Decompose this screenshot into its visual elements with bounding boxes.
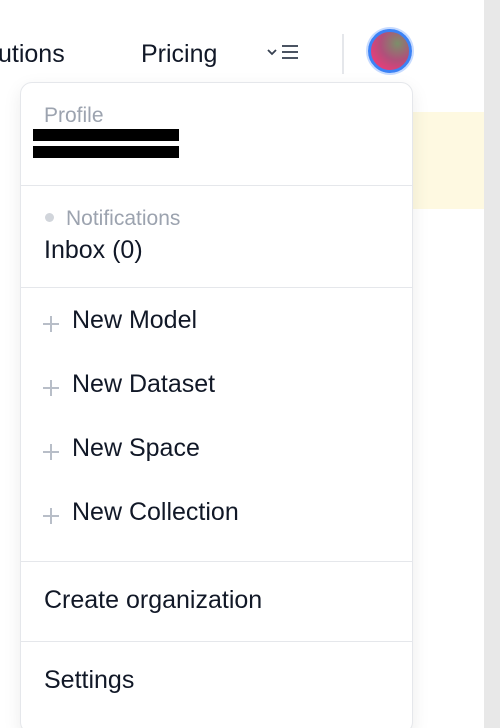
- notifications-label: Notifications: [66, 207, 181, 230]
- new-space-label: New Space: [72, 434, 200, 462]
- new-model-item[interactable]: New Model: [21, 300, 412, 360]
- plus-icon: [43, 508, 59, 524]
- user-dropdown-menu: Profile Notifications Inbox (0) New Mode…: [20, 82, 413, 728]
- notifications-section[interactable]: Notifications Inbox (0): [21, 186, 412, 287]
- chevron-down-menu-icon: [267, 45, 298, 59]
- nav-more-button[interactable]: [266, 38, 302, 68]
- profile-section[interactable]: Profile: [21, 83, 412, 185]
- user-avatar-button[interactable]: [368, 29, 412, 73]
- new-dataset-label: New Dataset: [72, 370, 216, 398]
- plus-icon: [43, 380, 59, 396]
- notification-dot-icon: [45, 213, 54, 222]
- new-space-item[interactable]: New Space: [21, 428, 412, 488]
- new-collection-label: New Collection: [72, 498, 239, 526]
- create-organization-item[interactable]: Create organization: [21, 562, 412, 641]
- create-organization-label: Create organization: [44, 586, 263, 614]
- settings-label: Settings: [44, 666, 135, 694]
- page: utions Pricing Profile Notifications Inb…: [0, 0, 484, 728]
- nav-solutions-link[interactable]: utions: [0, 34, 65, 74]
- menu-divider: [21, 287, 412, 288]
- new-model-label: New Model: [72, 306, 198, 334]
- plus-icon: [43, 444, 59, 460]
- inbox-link[interactable]: Inbox (0): [44, 236, 143, 265]
- settings-item[interactable]: Settings: [21, 642, 412, 722]
- redacted-username-bar: [33, 129, 179, 141]
- nav-divider: [342, 34, 344, 74]
- new-dataset-item[interactable]: New Dataset: [21, 364, 412, 424]
- profile-label: Profile: [44, 104, 104, 127]
- redacted-username-bar: [33, 146, 179, 158]
- nav-pricing-link[interactable]: Pricing: [141, 34, 217, 74]
- new-collection-item[interactable]: New Collection: [21, 492, 412, 552]
- plus-icon: [43, 316, 59, 332]
